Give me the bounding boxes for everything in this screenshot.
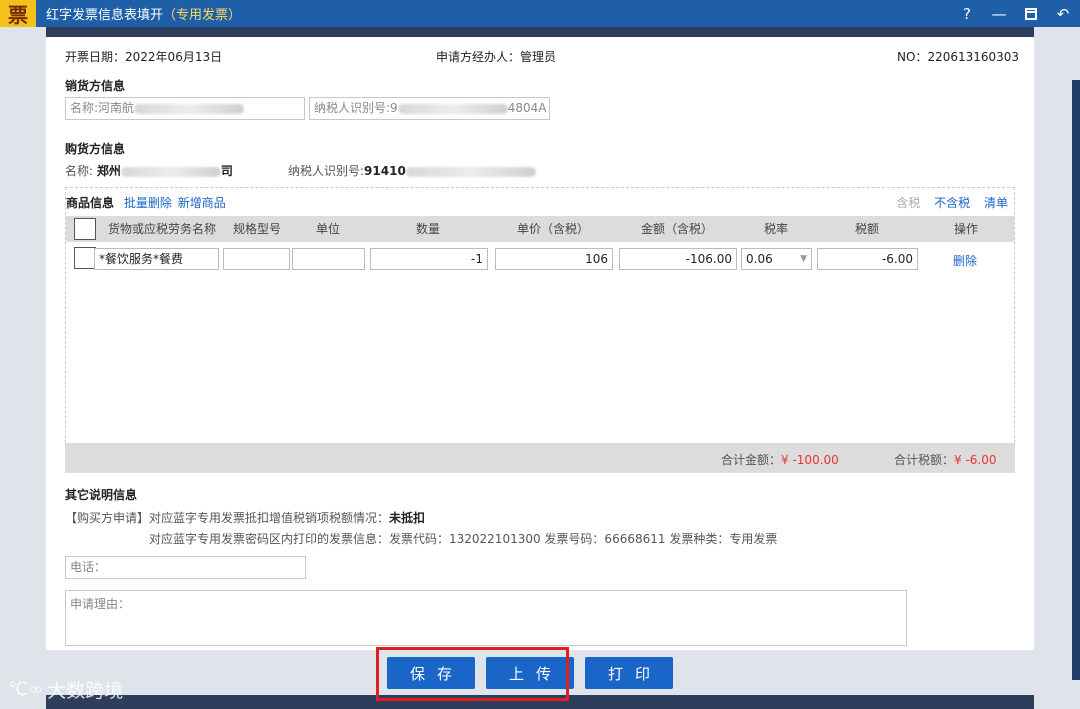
watermark: ℃∞ 大数跨境 [8,676,123,703]
deduction-status-value: 未抵扣 [389,511,426,525]
col-unit-price: 单价（含税） [516,222,589,236]
buyer-name: 名称: 郑州 司 [65,162,233,179]
col-tax-amount: 税额 [854,222,879,236]
title-bar: 票 红字发票信息表填开（专用发票） ? — ↶ [0,0,1080,27]
seller-tax-id-text: 纳税人识别号:9 [314,101,398,115]
col-spec: 规格型号 [232,222,281,236]
item-unit-input[interactable] [292,248,365,270]
goods-toolbar: 商品信息 批量删除 新增商品 [66,194,226,211]
list-link[interactable]: 清单 [984,196,1008,210]
buyer-name-value: 郑州 [96,164,121,178]
restore-icon[interactable] [1022,5,1040,23]
buyer-name-tail: 司 [220,164,233,178]
issue-date: 开票日期：2022年06月13日 [65,48,222,65]
item-spec-input[interactable] [223,248,290,270]
reason-textarea[interactable]: 申请理由： [65,590,907,646]
tax-excl-toggle[interactable]: 不含税 [934,196,970,210]
col-action: 操作 [953,222,978,236]
goods-table-header: 货物或应税劳务名称 规格型号 单位 数量 单价（含税） 金额（含税） 税率 税额… [66,216,1014,242]
window-title: 红字发票信息表填开（专用发票） [46,4,241,23]
item-quantity-input[interactable]: -1 [370,248,488,270]
buyer-tax-id: 纳税人识别号:91410 [288,162,536,179]
buyer-tax-id-label: 纳税人识别号: [288,164,365,178]
blue-invoice-info: 对应蓝字专用发票密码区内打印的发票信息：发票代码：132022101300 发票… [149,532,778,546]
print-button[interactable]: 打印 [585,657,673,689]
watermark-logo-icon: ℃∞ [8,679,44,700]
goods-totals-bar: 合计金额：¥ -100.00 合计税额：¥ -6.00 [65,443,1015,473]
redaction-mark [120,166,221,177]
issue-date-label: 开票日期： [65,50,126,64]
other-section-title: 其它说明信息 [65,488,138,502]
highlight-annotation [376,647,569,701]
total-amount-value: ¥ -100.00 [781,453,839,467]
buyer-section-title: 购货方信息 [65,142,126,156]
redaction-mark [134,103,245,114]
seller-name-field[interactable]: 名称:河南航 [65,97,305,120]
buyer-apply-label: 【购买方申请】 [65,511,150,525]
row-checkbox[interactable] [74,247,96,269]
total-tax: 合计税额：¥ -6.00 [894,451,997,468]
applicant-label: 申请方经办人： [436,50,521,64]
goods-section: 商品信息 批量删除 新增商品 含税 不含税 清单 货物或应税劳务名称 规格型号 … [65,187,1015,473]
col-unit: 单位 [315,222,340,236]
col-amount: 金额（含税） [640,222,713,236]
invoice-no: NO：220613160303 [897,48,1019,65]
total-amount-label: 合计金额： [721,453,782,467]
select-all-checkbox[interactable] [74,218,96,240]
minimize-icon[interactable]: — [990,5,1008,23]
seller-tax-id-field[interactable]: 纳税人识别号:9 4804A [309,97,550,120]
total-tax-label: 合计税额： [894,453,955,467]
tax-incl-toggle[interactable]: 含税 [896,196,920,210]
invoice-no-value: 220613160303 [927,50,1020,64]
invoice-no-label: NO： [897,50,928,64]
buyer-tax-id-value: 91410 [364,164,406,178]
item-tax-rate-value: 0.06 [746,252,773,266]
phone-field[interactable]: 电话： [65,556,306,579]
window-subtitle: （专用发票） [163,8,242,23]
col-tax-rate: 税率 [763,222,788,236]
back-icon[interactable]: ↶ [1054,5,1072,23]
applicant: 申请方经办人：管理员 [436,48,556,65]
item-tax-rate-select[interactable]: 0.06 ▼ [741,248,812,270]
goods-section-title: 商品信息 [66,196,115,210]
col-quantity: 数量 [415,222,440,236]
item-amount-input[interactable]: -106.00 [619,248,737,270]
help-icon[interactable]: ? [958,5,976,23]
deduction-status-label: 对应蓝字专用发票抵扣增值税销项税额情况： [149,511,390,525]
seller-section-title: 销货方信息 [65,79,126,93]
item-tax-amount-input[interactable]: -6.00 [817,248,918,270]
form-panel: 开票日期：2022年06月13日 申请方经办人：管理员 NO：220613160… [46,37,1034,650]
app-logo-icon: 票 [0,0,36,27]
window-controls: ? — ↶ [958,0,1072,27]
seller-tax-id-tail: 4804A [507,101,547,115]
goods-mode-toolbar: 含税 不含税 清单 [896,194,1008,211]
add-item-link[interactable]: 新增商品 [178,196,226,210]
chevron-down-icon: ▼ [800,254,807,264]
seller-name-text: 名称:河南航 [70,101,135,115]
window-title-text: 红字发票信息表填开 [46,8,164,23]
issue-date-value: 2022年06月13日 [125,50,223,64]
frame-left [0,27,46,709]
redaction-mark [397,103,508,114]
applicant-value: 管理员 [520,50,557,64]
item-unit-price-input[interactable]: 106 [495,248,613,270]
buyer-apply-line: 【购买方申请】对应蓝字专用发票抵扣增值税销项税额情况：未抵扣 [65,509,425,526]
item-name-input[interactable]: *餐饮服务*餐费 [94,248,219,270]
batch-delete-link[interactable]: 批量删除 [124,196,172,210]
watermark-text: 大数跨境 [47,680,124,702]
col-name: 货物或应税劳务名称 [107,222,216,236]
delete-row-link[interactable]: 删除 [953,252,977,269]
total-tax-value: ¥ -6.00 [954,453,997,467]
frame-right-edge [1072,80,1080,680]
redaction-mark [405,166,536,177]
buyer-name-label: 名称: [65,164,94,178]
total-amount: 合计金额：¥ -100.00 [721,451,839,468]
